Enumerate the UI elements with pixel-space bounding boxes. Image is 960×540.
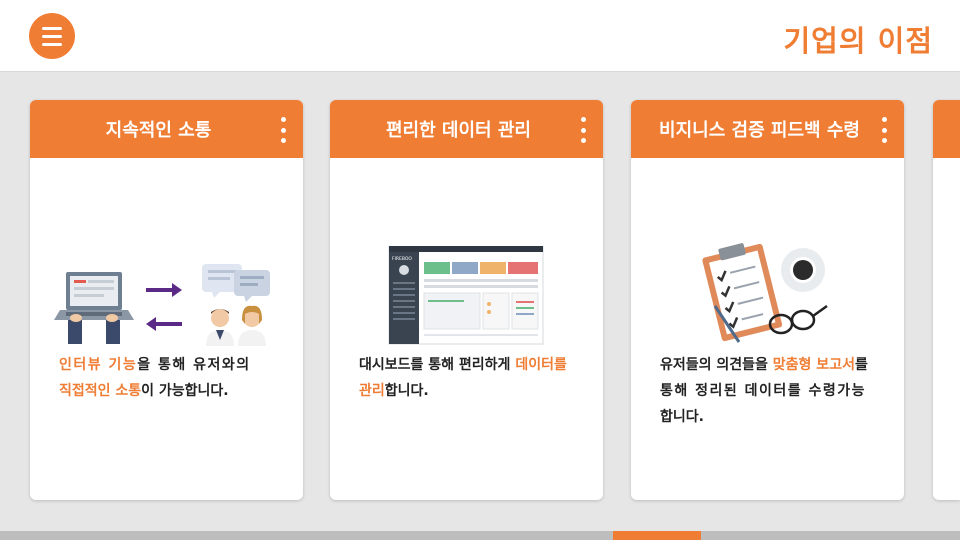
desc-text: 합니다. [660,409,704,425]
benefit-card-next-partial[interactable] [933,100,960,500]
card-header: 지속적인 소통 [30,100,303,158]
card-title: 지속적인 소통 [105,120,212,141]
desc-highlight: 직접적인 소통 [59,383,142,399]
desc-line: 관리합니다. [359,378,587,404]
card-title: 비지니스 검증 피드백 수령 [659,120,860,141]
top-bar: 기업의 이점 [0,0,960,72]
desc-text: 을 통해 유저와의 [137,357,251,373]
desc-text: 합니다. [384,383,429,399]
desc-text: 유저들의 의견들을 [660,357,773,373]
desc-text: 이 가능합니다. [141,383,229,399]
more-options-icon[interactable] [579,117,587,143]
dashboard-illustration: FIREBOO [388,246,544,345]
menu-line [42,34,62,38]
exchange-arrows-icon [146,283,182,331]
card-header: 편리한 데이터 관리 [330,100,603,158]
more-options-icon[interactable] [279,117,287,143]
desc-line: 통해 정리된 데이터를 수령가능 [660,378,888,404]
interview-illustration [54,264,270,346]
desc-line: 대시보드를 통해 편리하게 데이터를 [359,352,587,378]
page-title: 기업의 이점 [783,24,933,58]
desc-line: 직접적인 소통이 가능합니다. [59,378,287,404]
desc-highlight: 관리 [359,383,385,399]
more-options-icon[interactable] [880,117,888,143]
desc-highlight: 데이터를 [515,357,567,373]
speech-bubble-icon [202,264,270,302]
laptop-icon [54,272,134,344]
card-title: 편리한 데이터 관리 [385,120,531,141]
report-illustration [702,243,828,343]
card-header: 비지니스 검증 피드백 수령 [631,100,904,158]
dashboard-logo-text: FIREBOO [392,256,412,262]
card-description: 대시보드를 통해 편리하게 데이터를 관리합니다. [359,352,587,404]
desc-line: 합니다. [660,404,888,430]
benefit-card-feedback[interactable]: 비지니스 검증 피드백 수령 유저들의 의견들을 맞춤형 보고서를 통해 정리된… [631,100,904,500]
benefit-card-data-management[interactable]: 편리한 데이터 관리 FIREBOO 대시보드를 통해 편리하게 데이터를 관리… [330,100,603,500]
benefit-card-communication[interactable]: 지속적인 소통 인터뷰 기능을 통해 유저와의 직접적인 소통이 가능합니다. [30,100,303,500]
menu-line [42,42,62,46]
desc-line: 유저들의 의견들을 맞춤형 보고서를 [660,352,888,378]
desc-highlight: 인터뷰 기능 [59,357,138,373]
menu-line [42,26,62,30]
desc-text: 를 [854,357,868,373]
card-header [933,100,960,158]
coffee-cup-icon [781,248,825,292]
desc-text: 통해 정리된 데이터를 수령가능 [660,383,867,399]
desc-highlight: 맞춤형 보고서 [772,357,855,373]
users-avatar-icon [206,305,266,346]
card-description: 유저들의 의견들을 맞춤형 보고서를 통해 정리된 데이터를 수령가능 합니다. [660,352,888,430]
horizontal-scrollbar[interactable] [0,531,960,540]
desc-line: 인터뷰 기능을 통해 유저와의 [59,352,287,378]
card-description: 인터뷰 기능을 통해 유저와의 직접적인 소통이 가능합니다. [59,352,287,404]
desc-text: 대시보드를 통해 편리하게 [359,357,516,373]
hamburger-menu-icon[interactable] [29,13,75,59]
scrollbar-thumb[interactable] [613,531,701,540]
